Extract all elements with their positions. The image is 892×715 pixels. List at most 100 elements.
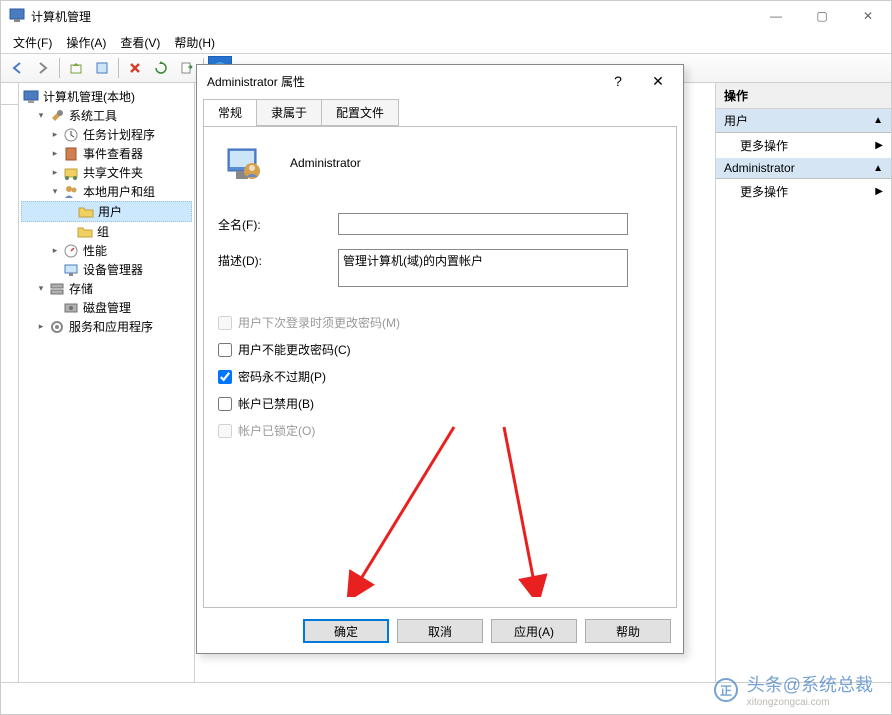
checkbox-must-change — [218, 316, 232, 330]
tree-root[interactable]: 计算机管理(本地) — [21, 87, 192, 106]
back-button[interactable] — [5, 56, 29, 80]
actions-panel: 操作 用户 ▲ 更多操作 ▶ Administrator ▲ 更多操作 ▶ — [715, 83, 891, 682]
dialog-help-button[interactable]: ? — [603, 67, 633, 95]
menu-file[interactable]: 文件(F) — [7, 32, 58, 53]
description-label: 描述(D): — [218, 249, 338, 269]
tree-performance[interactable]: ▸ 性能 — [21, 241, 192, 260]
tree-label: 组 — [97, 223, 109, 240]
tab-general[interactable]: 常规 — [203, 99, 257, 126]
tree-label: 性能 — [83, 242, 107, 259]
minimize-button[interactable]: — — [753, 1, 799, 31]
device-icon — [63, 262, 79, 278]
tree-groups[interactable]: ▸ 组 — [21, 222, 192, 241]
menu-view[interactable]: 查看(V) — [114, 32, 166, 53]
check-disabled[interactable]: 帐户已禁用(B) — [218, 395, 662, 412]
ok-button[interactable]: 确定 — [303, 619, 389, 643]
section-label: Administrator — [724, 161, 795, 175]
refresh-button[interactable] — [149, 56, 173, 80]
book-icon — [63, 146, 79, 162]
chevron-right-icon[interactable]: ▸ — [49, 148, 61, 160]
watermark-icon: 正 — [713, 677, 739, 703]
folder-icon — [77, 224, 93, 240]
properties-button[interactable] — [90, 56, 114, 80]
checkbox-never-expires[interactable] — [218, 370, 232, 384]
dialog-titlebar: Administrator 属性 ? ✕ — [197, 65, 683, 97]
tree-task-scheduler[interactable]: ▸ 任务计划程序 — [21, 125, 192, 144]
chevron-down-icon[interactable]: ▾ — [35, 283, 47, 295]
check-must-change: 用户下次登录时须更改密码(M) — [218, 314, 662, 331]
check-label: 帐户已禁用(B) — [238, 395, 314, 412]
check-cannot-change[interactable]: 用户不能更改密码(C) — [218, 341, 662, 358]
tree-local-users-groups[interactable]: ▾ 本地用户和组 — [21, 182, 192, 201]
dialog-title: Administrator 属性 — [207, 73, 603, 90]
properties-dialog: Administrator 属性 ? ✕ 常规 隶属于 配置文件 Adminis… — [196, 64, 684, 654]
actions-section-users[interactable]: 用户 ▲ — [716, 109, 891, 133]
users-icon — [63, 184, 79, 200]
help-button[interactable]: 帮助 — [585, 619, 671, 643]
chevron-down-icon[interactable]: ▾ — [49, 186, 61, 198]
performance-icon — [63, 243, 79, 259]
delete-button[interactable] — [123, 56, 147, 80]
fullname-label: 全名(F): — [218, 213, 338, 233]
actions-header: 操作 — [716, 83, 891, 109]
check-label: 用户不能更改密码(C) — [238, 341, 351, 358]
description-input[interactable] — [338, 249, 628, 287]
tree-label: 事件查看器 — [83, 145, 143, 162]
tree-label: 任务计划程序 — [83, 126, 155, 143]
tree-storage[interactable]: ▾ 存储 — [21, 279, 192, 298]
fullname-input[interactable] — [338, 213, 628, 235]
chevron-down-icon[interactable]: ▾ — [35, 110, 47, 122]
tab-memberof[interactable]: 隶属于 — [256, 99, 322, 126]
tree-services-apps[interactable]: ▸ 服务和应用程序 — [21, 317, 192, 336]
chevron-right-icon[interactable]: ▸ — [49, 245, 61, 257]
tree-disk-management[interactable]: ▸ 磁盘管理 — [21, 298, 192, 317]
watermark-url: xitongzongcai.com — [747, 697, 873, 708]
forward-button[interactable] — [31, 56, 55, 80]
tab-content: Administrator 全名(F): 描述(D): 用户下次登录时须更改密码… — [203, 126, 677, 608]
share-icon — [63, 165, 79, 181]
cancel-button[interactable]: 取消 — [397, 619, 483, 643]
tree-label: 本地用户和组 — [83, 183, 155, 200]
actions-section-admin[interactable]: Administrator ▲ — [716, 158, 891, 179]
tab-profile[interactable]: 配置文件 — [321, 99, 399, 126]
action-label: 更多操作 — [740, 183, 788, 200]
tree-device-manager[interactable]: ▸ 设备管理器 — [21, 260, 192, 279]
tree-users[interactable]: ▸ 用户 — [21, 201, 192, 222]
menu-action[interactable]: 操作(A) — [60, 32, 112, 53]
tree-panel[interactable]: 计算机管理(本地) ▾ 系统工具 ▸ 任务计划程序 ▸ 事件查看器 ▸ 共享文件… — [19, 83, 195, 682]
app-icon — [9, 8, 25, 24]
checkbox-cannot-change[interactable] — [218, 343, 232, 357]
chevron-right-icon[interactable]: ▸ — [35, 321, 47, 333]
tree-system-tools[interactable]: ▾ 系统工具 — [21, 106, 192, 125]
tabstrip: 常规 隶属于 配置文件 — [197, 97, 683, 126]
tree-label: 服务和应用程序 — [69, 318, 153, 335]
actions-more-admin[interactable]: 更多操作 ▶ — [716, 179, 891, 204]
check-never-expires[interactable]: 密码永不过期(P) — [218, 368, 662, 385]
annotation-arrow — [344, 417, 464, 597]
tree-label: 共享文件夹 — [83, 164, 143, 181]
up-button[interactable] — [64, 56, 88, 80]
annotation-arrow — [494, 417, 574, 597]
collapse-icon: ▲ — [873, 115, 883, 126]
apply-button[interactable]: 应用(A) — [491, 619, 577, 643]
checkbox-disabled[interactable] — [218, 397, 232, 411]
chevron-right-icon: ▶ — [875, 186, 883, 197]
watermark-text: 头条@系统总裁 — [747, 675, 873, 695]
chevron-right-icon[interactable]: ▸ — [49, 167, 61, 179]
checkbox-locked — [218, 424, 232, 438]
close-button[interactable]: ✕ — [845, 1, 891, 31]
tree-shared-folders[interactable]: ▸ 共享文件夹 — [21, 163, 192, 182]
svg-text:正: 正 — [720, 684, 732, 698]
tree-label: 用户 — [98, 203, 122, 220]
chevron-right-icon[interactable]: ▸ — [49, 129, 61, 141]
dialog-close-button[interactable]: ✕ — [643, 67, 673, 95]
check-label: 用户下次登录时须更改密码(M) — [238, 314, 400, 331]
actions-more-users[interactable]: 更多操作 ▶ — [716, 133, 891, 158]
watermark: 正 头条@系统总裁 xitongzongcai.com — [713, 671, 873, 708]
maximize-button[interactable]: ▢ — [799, 1, 845, 31]
menu-help[interactable]: 帮助(H) — [168, 32, 221, 53]
tree-event-viewer[interactable]: ▸ 事件查看器 — [21, 144, 192, 163]
menubar: 文件(F) 操作(A) 查看(V) 帮助(H) — [1, 31, 891, 53]
collapse-icon: ▲ — [873, 163, 883, 174]
folder-icon — [78, 204, 94, 220]
